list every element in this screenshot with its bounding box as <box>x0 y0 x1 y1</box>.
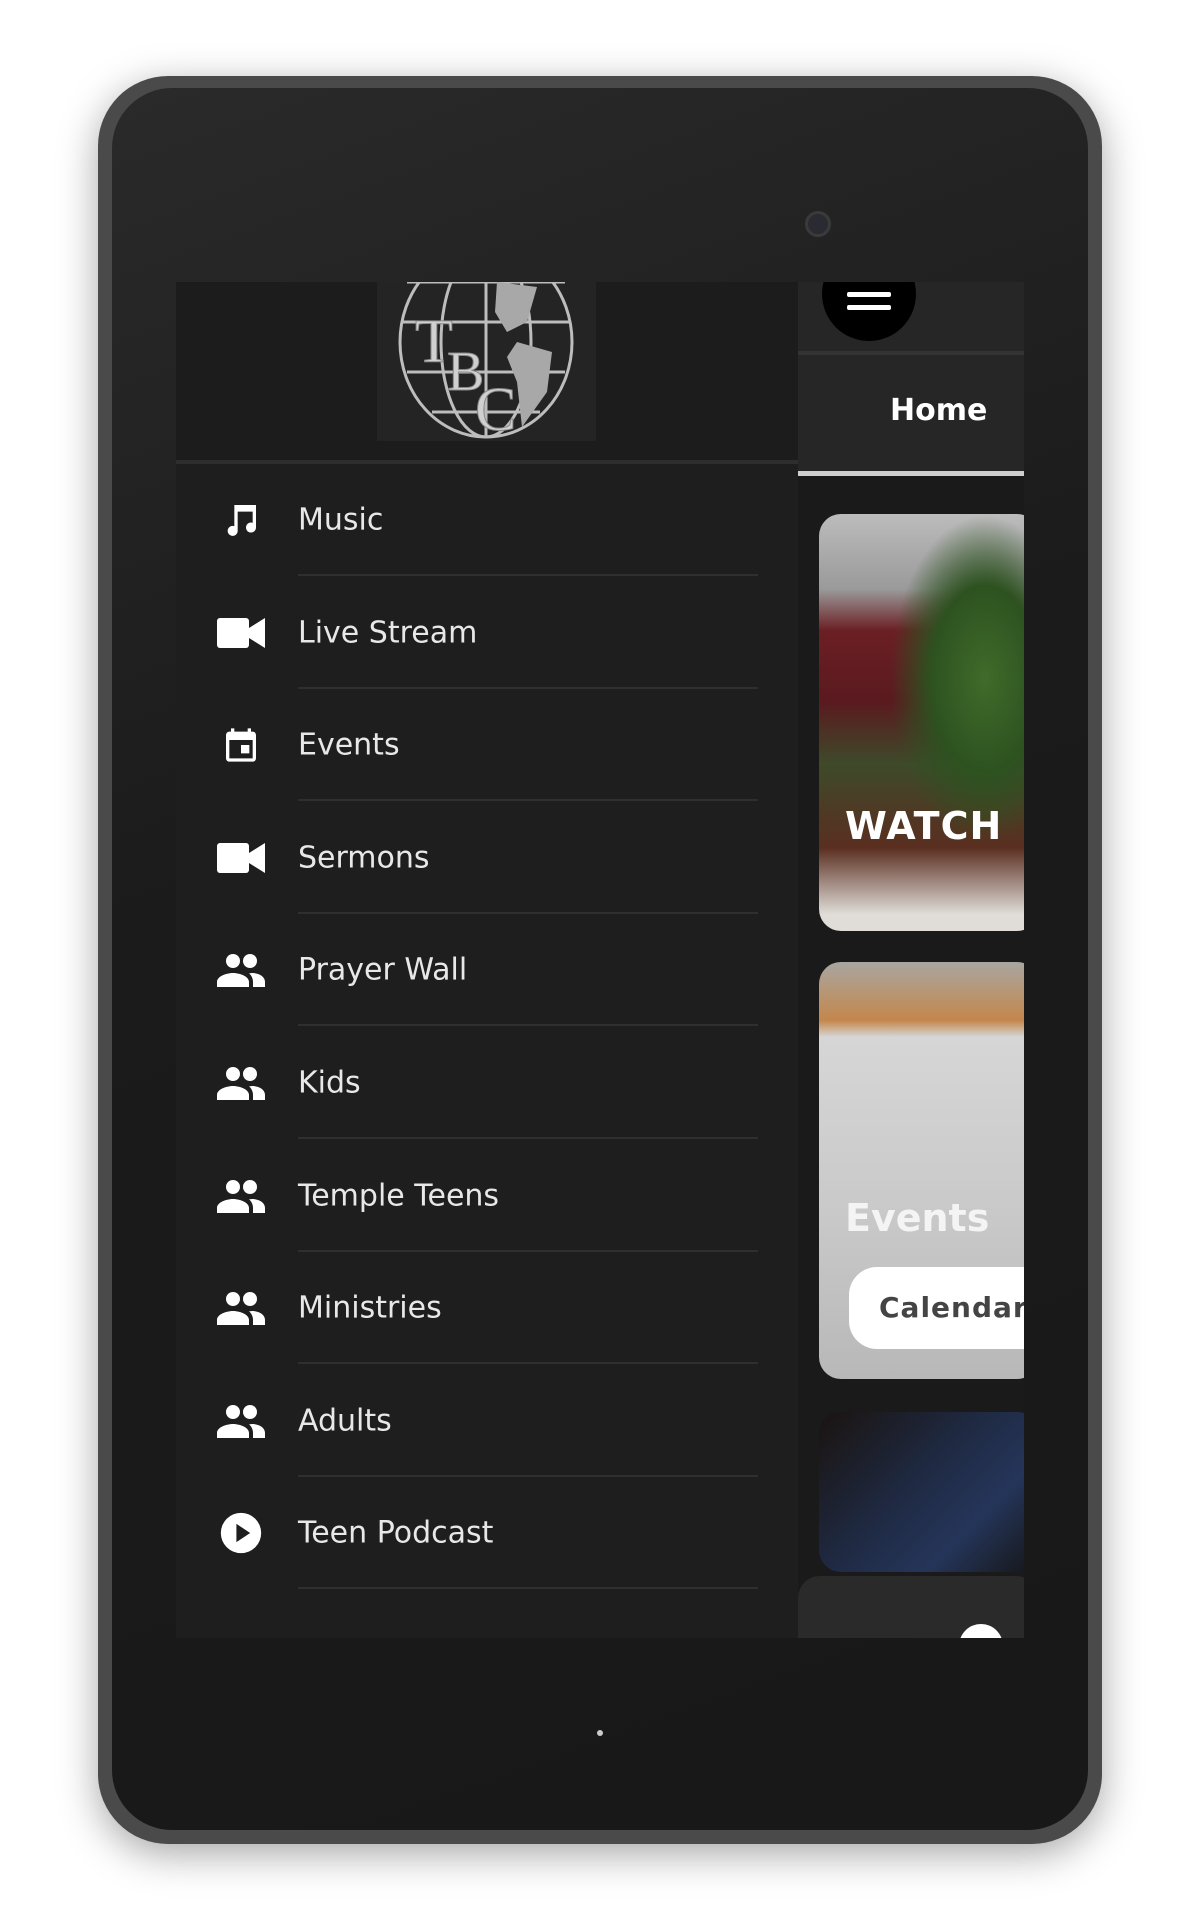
drawer-item-temple-teens[interactable]: Temple Teens <box>176 1140 798 1252</box>
drawer-header: T B C <box>176 282 798 464</box>
svg-text:C: C <box>475 376 516 441</box>
events-card[interactable]: Events Calendar <box>819 962 1024 1379</box>
calendar-icon <box>216 723 266 767</box>
home-indicator <box>597 1730 603 1736</box>
drawer-item-label: Prayer Wall <box>298 952 468 988</box>
drawer-item-prayer-wall[interactable]: Prayer Wall <box>176 914 798 1027</box>
drawer-item-label: Events <box>298 727 400 763</box>
music-note-icon <box>216 498 266 542</box>
drawer-item-label: Live Stream <box>298 615 478 651</box>
drawer-item-label: Temple Teens <box>298 1178 500 1214</box>
tab-home[interactable]: Home <box>890 393 987 428</box>
church-logo: T B C <box>377 282 596 445</box>
play-icon[interactable] <box>959 1624 1003 1638</box>
people-icon <box>216 1174 266 1218</box>
navigation-drawer: T B C Music Live Stream Events Sermons Praye… <box>176 282 798 1638</box>
camera-icon <box>805 211 831 237</box>
people-icon <box>216 1061 266 1105</box>
drawer-item-ministries[interactable]: Ministries <box>176 1252 798 1365</box>
watch-card-title: WATCH <box>845 804 1003 848</box>
bottom-player-card[interactable] <box>798 1576 1024 1638</box>
drawer-item-label: Ministries <box>298 1290 442 1326</box>
drawer-item-label: Adults <box>298 1403 392 1439</box>
drawer-item-events[interactable]: Events <box>176 689 798 802</box>
drawer-item-sermons[interactable]: Sermons <box>176 802 798 914</box>
people-icon <box>216 948 266 992</box>
people-icon <box>216 1399 266 1443</box>
drawer-item-music[interactable]: Music <box>176 464 798 576</box>
play-circle-icon <box>216 1511 266 1555</box>
videocam-icon <box>216 836 266 880</box>
tab-bar: Home <box>798 355 1024 476</box>
hamburger-icon[interactable] <box>822 282 916 341</box>
drawer-item-label: Kids <box>298 1065 361 1101</box>
drawer-item-label: Music <box>298 502 384 538</box>
drawer-item-kids[interactable]: Kids <box>176 1027 798 1139</box>
app-screen: Home WATCH Events Calendar T B C Music L… <box>176 282 1024 1638</box>
drawer-item-live-stream[interactable]: Live Stream <box>176 577 798 689</box>
watch-card[interactable]: WATCH <box>819 514 1024 931</box>
divider <box>298 1587 758 1590</box>
videocam-icon <box>216 611 266 655</box>
main-content: Home WATCH Events Calendar <box>798 282 1024 1638</box>
calendar-button[interactable]: Calendar <box>849 1267 1024 1349</box>
events-card-title: Events <box>845 1196 990 1240</box>
drawer-item-label: Sermons <box>298 840 430 876</box>
media-card[interactable] <box>819 1412 1024 1572</box>
top-bar <box>798 282 1024 355</box>
drawer-item-adults[interactable]: Adults <box>176 1365 798 1477</box>
plant-image <box>889 514 1024 844</box>
people-icon <box>216 1286 266 1330</box>
drawer-item-teen-podcast[interactable]: Teen Podcast <box>176 1477 798 1590</box>
drawer-item-label: Teen Podcast <box>298 1515 494 1551</box>
